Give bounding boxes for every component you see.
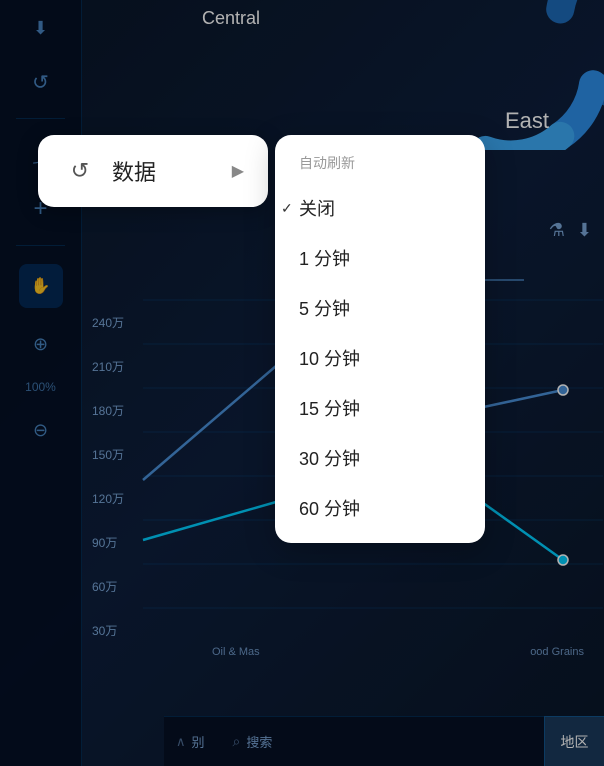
refresh-option-60min[interactable]: 60 分钟 xyxy=(275,483,485,533)
refresh-label-1min: 1 分钟 xyxy=(299,245,350,271)
refresh-option-5min[interactable]: 5 分钟 xyxy=(275,283,485,333)
data-button-content: ↺ 数据 xyxy=(62,153,156,189)
refresh-option-10min[interactable]: 10 分钟 xyxy=(275,333,485,383)
refresh-option-1min[interactable]: 1 分钟 xyxy=(275,233,485,283)
refresh-label-5min: 5 分钟 xyxy=(299,295,350,321)
refresh-option-off[interactable]: ✓ 关闭 xyxy=(275,183,485,233)
data-refresh-icon: ↺ xyxy=(62,153,98,189)
refresh-option-15min[interactable]: 15 分钟 xyxy=(275,383,485,433)
refresh-label-30min: 30 分钟 xyxy=(299,445,360,471)
refresh-label-10min: 10 分钟 xyxy=(299,345,360,371)
auto-refresh-dropdown: 自动刷新 ✓ 关闭 1 分钟 5 分钟 10 分钟 15 分钟 30 分钟 60… xyxy=(275,135,485,543)
data-button[interactable]: ↺ 数据 ▶ xyxy=(38,135,268,207)
data-button-label: 数据 xyxy=(112,155,156,187)
refresh-label-15min: 15 分钟 xyxy=(299,395,360,421)
refresh-label-60min: 60 分钟 xyxy=(299,495,360,521)
refresh-option-30min[interactable]: 30 分钟 xyxy=(275,433,485,483)
dropdown-header: 自动刷新 xyxy=(275,149,485,183)
data-button-chevron: ▶ xyxy=(232,161,244,181)
refresh-label-off: 关闭 xyxy=(299,195,335,221)
check-mark-off: ✓ xyxy=(281,200,293,217)
